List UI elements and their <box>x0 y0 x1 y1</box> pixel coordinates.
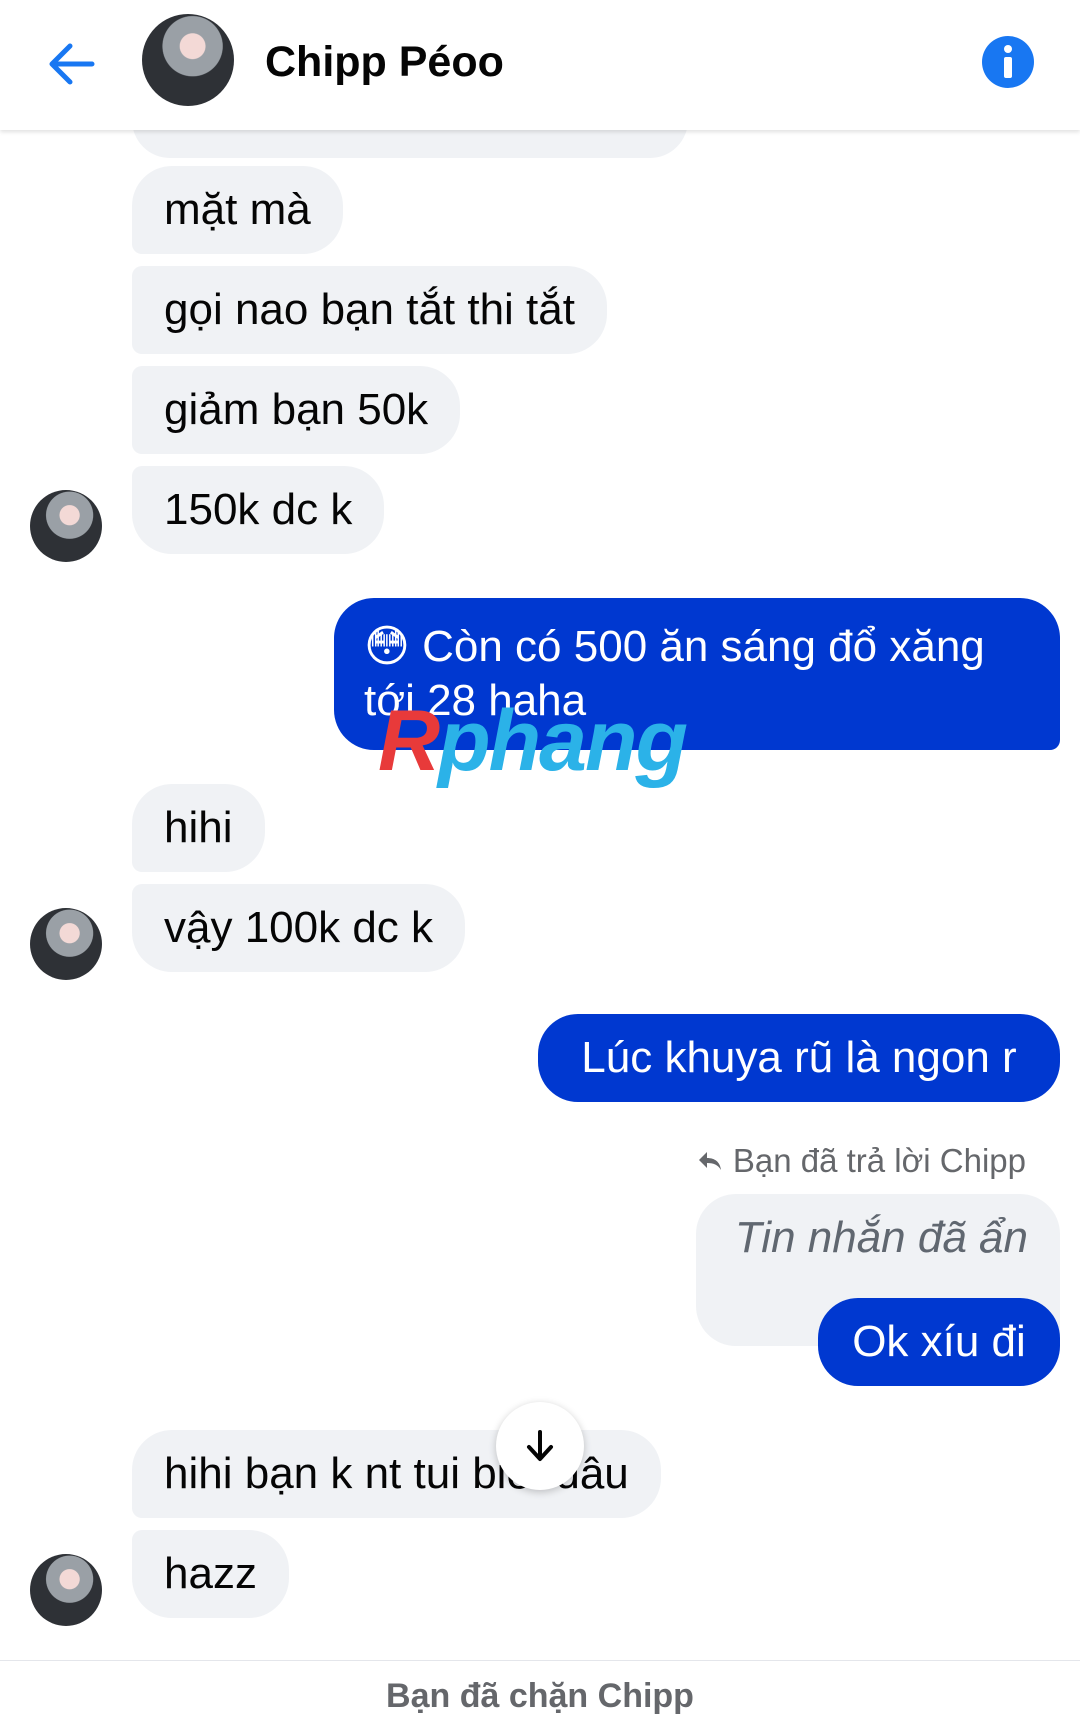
watermark-text: R <box>378 693 440 789</box>
watermark-text: phang <box>438 693 688 789</box>
sender-avatar[interactable] <box>30 1554 102 1626</box>
reply-indicator-text: Bạn đã trả lời Chipp <box>732 1142 1026 1179</box>
blocked-banner: Bạn đã chặn Chipp <box>0 1660 1080 1735</box>
message-bubble-received[interactable]: giảm bạn 50k <box>132 366 461 454</box>
message-bubble-received[interactable]: mặt mà <box>132 166 343 254</box>
sender-avatar[interactable] <box>30 908 102 980</box>
contact-name[interactable]: Chipp Péoo <box>265 38 504 87</box>
sender-avatar[interactable] <box>30 490 102 562</box>
info-icon <box>982 36 1034 88</box>
message-text-line: Còn có 500 ăn sáng đổ xăng <box>422 622 985 671</box>
contact-avatar[interactable] <box>142 14 234 106</box>
message-bubble-received[interactable]: hihi <box>132 784 265 872</box>
conversation-header: Chipp Péoo <box>0 0 1080 130</box>
reply-icon <box>698 1152 721 1170</box>
message-bubble-received[interactable]: gọi nao bạn tắt thi tắt <box>132 266 607 354</box>
message-bubble-sent[interactable]: Lúc khuya rũ là ngon r <box>538 1014 1060 1102</box>
reply-indicator: Bạn đã trả lời Chipp <box>697 1142 1026 1180</box>
arrow-left-icon <box>49 43 95 85</box>
message-bubble-received[interactable]: hazz <box>132 1530 289 1618</box>
back-button[interactable] <box>40 32 104 96</box>
info-button[interactable] <box>980 34 1036 90</box>
arrow-down-icon <box>527 1430 553 1461</box>
message-bubble-received[interactable]: vậy 100k dc k <box>132 884 466 972</box>
message-bubble-sent[interactable]: Ok xíu đi <box>818 1298 1060 1386</box>
flushed-face-emoji: 😳 <box>364 622 410 671</box>
watermark-logo: Rphang <box>378 692 688 791</box>
message-bubble-received[interactable]: 150k dc k <box>132 466 385 554</box>
message-bubble-cutoff <box>132 130 688 158</box>
scroll-to-bottom-button[interactable] <box>496 1402 584 1490</box>
